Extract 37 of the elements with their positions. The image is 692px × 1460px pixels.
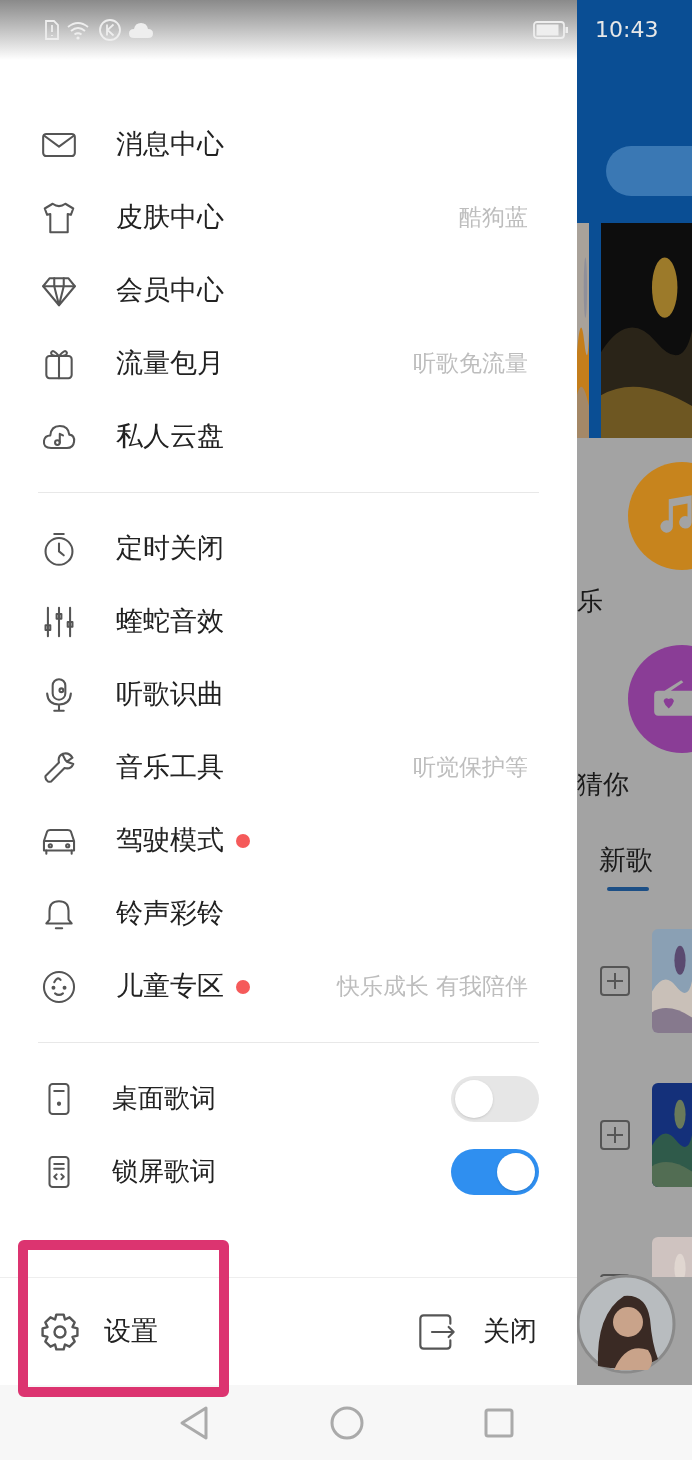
menu-hint: 听歌免流量: [413, 349, 528, 379]
menu-label[interactable]: 会员中心: [116, 270, 224, 311]
menu-label[interactable]: 铃声彩铃: [116, 893, 224, 934]
menu-label[interactable]: 儿童专区: [116, 966, 224, 1007]
close-button[interactable]: 关闭: [417, 1311, 537, 1352]
toggle-switch[interactable]: [451, 1075, 539, 1122]
menu-label[interactable]: 蝰蛇音效: [116, 601, 224, 642]
menu-label[interactable]: 定时关闭: [116, 528, 224, 569]
menu-label[interactable]: 私人云盘: [116, 416, 224, 457]
add-icon[interactable]: [600, 965, 630, 996]
menu-hint: 快乐成长 有我陪伴: [336, 972, 528, 1002]
menu-label[interactable]: 流量包月: [116, 343, 224, 384]
toggle-label: 锁屏歌词: [112, 1155, 216, 1188]
category-label[interactable]: 乐: [577, 582, 692, 621]
menu-label[interactable]: 消息中心: [116, 124, 224, 165]
menu-hint: 酷狗蓝: [459, 203, 528, 233]
section-tab[interactable]: 新歌: [599, 840, 659, 881]
exit-icon: [417, 1311, 457, 1352]
menu-label[interactable]: 音乐工具: [116, 747, 224, 788]
add-icon[interactable]: [600, 1119, 630, 1150]
menu-label[interactable]: 皮肤中心: [116, 197, 224, 238]
search-bar[interactable]: [606, 145, 692, 196]
home-icon[interactable]: [330, 1405, 364, 1440]
menu-label[interactable]: 听歌识曲: [116, 674, 224, 715]
recents-icon[interactable]: [484, 1407, 514, 1438]
category-label[interactable]: 猜你: [577, 765, 692, 804]
menu-hint: 听觉保护等: [413, 753, 528, 783]
battery-icon: [533, 20, 569, 40]
k-logo-icon: [98, 18, 122, 42]
cloud-icon: [128, 21, 154, 39]
status-time: 10:43: [595, 16, 659, 45]
back-icon[interactable]: [178, 1404, 210, 1441]
menu-label[interactable]: 驾驶模式: [116, 820, 224, 861]
toggle-label: 桌面歌词: [112, 1082, 216, 1115]
settings-button[interactable]: 设置: [38, 1309, 158, 1354]
sim-alert-icon: [44, 19, 60, 41]
toggle-switch[interactable]: [451, 1148, 539, 1195]
